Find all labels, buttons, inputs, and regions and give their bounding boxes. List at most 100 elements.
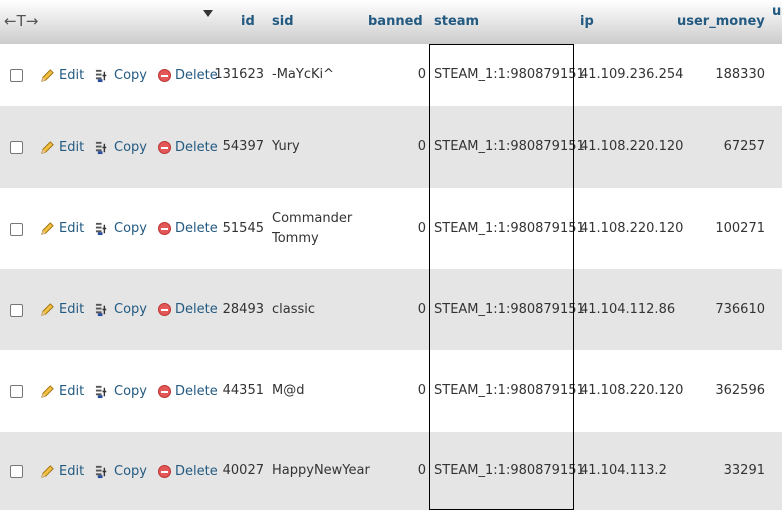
cell-sid: HappyNewYear xyxy=(272,463,370,478)
header-steam[interactable]: steam xyxy=(434,14,479,29)
cell-banned: 0 xyxy=(417,67,426,82)
cell-id: 51545 xyxy=(222,220,264,236)
header-id[interactable]: id xyxy=(241,14,255,29)
header-banned[interactable]: banned xyxy=(368,14,423,29)
cell-ip: 41.104.112.86 xyxy=(580,301,676,317)
delete-icon xyxy=(158,384,171,398)
cell-sid: Commander Tommy xyxy=(272,210,353,246)
cell-sid: -MaYcKi^ xyxy=(272,67,334,82)
cell-ip: 41.108.220.120 xyxy=(580,139,684,154)
edit-link[interactable]: Edit xyxy=(40,65,84,85)
cell-ip: 41.108.220.120 xyxy=(580,220,684,236)
cell-sid: M@d xyxy=(272,383,305,398)
cell-banned: 0 xyxy=(417,301,426,317)
delete-icon xyxy=(158,464,171,478)
copy-icon xyxy=(95,465,107,478)
cell-user-money: 33291 xyxy=(723,463,765,478)
row-checkbox[interactable] xyxy=(10,69,23,82)
header-sid[interactable]: sid xyxy=(272,14,294,29)
copy-link[interactable]: Copy xyxy=(95,137,147,157)
cell-ip: 41.104.113.2 xyxy=(580,463,667,478)
edit-label: Edit xyxy=(59,383,85,399)
edit-label: Edit xyxy=(59,463,85,479)
copy-label: Copy xyxy=(114,67,147,83)
edit-link[interactable]: Edit xyxy=(40,381,84,401)
cell-id: 54397 xyxy=(222,139,264,154)
row-checkbox[interactable] xyxy=(10,141,23,154)
pencil-icon xyxy=(41,68,54,82)
copy-icon xyxy=(95,69,107,82)
delete-icon xyxy=(158,303,171,316)
copy-link[interactable]: Copy xyxy=(95,461,147,481)
cell-steam: STEAM_1:1:980879151 xyxy=(434,67,585,82)
edit-label: Edit xyxy=(59,302,85,317)
table-row[interactable]: Edit Copy Delete 44351 M@d 0 STEAM_1:1:9808791… xyxy=(0,350,782,432)
cell-user-money: 100271 xyxy=(715,220,765,236)
row-checkbox[interactable] xyxy=(10,465,23,478)
row-checkbox[interactable] xyxy=(10,222,23,236)
cell-steam: STEAM_1:1:980879151 xyxy=(434,383,585,398)
cell-user-money: 736610 xyxy=(715,301,765,317)
edit-label: Edit xyxy=(59,67,85,83)
pencil-icon xyxy=(41,140,54,154)
copy-label: Copy xyxy=(114,463,147,479)
table-row[interactable]: Edit Copy Delete 51545 Commander Tommy 0 STEAM… xyxy=(0,188,782,269)
table-row[interactable]: Edit Copy Delete 28493 classic 0 STEAM_1:1:980… xyxy=(0,269,782,350)
edit-label: Edit xyxy=(59,221,85,236)
pencil-icon xyxy=(41,464,54,478)
copy-label: Copy xyxy=(114,302,147,317)
cell-steam: STEAM_1:1:980879151 xyxy=(434,220,585,236)
copy-icon xyxy=(95,385,107,398)
table-row[interactable]: Edit Copy Delete 40027 HappyNewYear 0 STEAM_1:… xyxy=(0,432,782,510)
cell-user-money: 188330 xyxy=(715,67,765,82)
delete-icon xyxy=(158,140,171,154)
cell-banned: 0 xyxy=(417,383,426,398)
header-user-money[interactable]: user_money xyxy=(677,14,765,29)
copy-icon xyxy=(95,141,107,154)
edit-link[interactable]: Edit xyxy=(40,219,84,239)
pencil-icon xyxy=(41,222,54,235)
copy-label: Copy xyxy=(114,383,147,399)
delete-icon xyxy=(158,68,171,82)
header-ip[interactable]: ip xyxy=(580,14,594,29)
copy-label: Copy xyxy=(114,221,147,236)
cell-ip: 41.108.220.120 xyxy=(580,383,684,398)
cell-sid: Yury xyxy=(272,139,300,154)
copy-link[interactable]: Copy xyxy=(95,219,147,239)
table-row[interactable]: Edit Copy Delete 131623 -MaYcKi^ 0 STEAM_1:1:9… xyxy=(0,44,782,106)
cell-steam: STEAM_1:1:980879151 xyxy=(434,463,585,478)
edit-link[interactable]: Edit xyxy=(40,300,84,320)
copy-link[interactable]: Copy xyxy=(95,300,147,320)
cell-id: 40027 xyxy=(222,463,264,478)
cell-user-money: 67257 xyxy=(723,139,765,154)
row-checkbox[interactable] xyxy=(10,385,23,398)
edit-link[interactable]: Edit xyxy=(40,137,84,157)
cell-steam: STEAM_1:1:980879151 xyxy=(434,139,585,154)
cell-banned: 0 xyxy=(417,139,426,154)
delete-icon xyxy=(158,222,171,235)
copy-label: Copy xyxy=(114,139,147,155)
sort-triangle-icon[interactable] xyxy=(203,10,213,17)
cell-id: 131623 xyxy=(214,67,264,82)
copy-link[interactable]: Copy xyxy=(95,381,147,401)
copy-icon xyxy=(95,222,107,236)
cell-ip: 41.109.236.254 xyxy=(580,67,684,82)
cell-banned: 0 xyxy=(417,463,426,478)
cell-steam: STEAM_1:1:980879151 xyxy=(434,301,585,317)
header-cut-column[interactable]: u: xyxy=(772,4,782,19)
cell-banned: 0 xyxy=(417,220,426,236)
table-header: ←T→ id sid banned steam ip user_money u: xyxy=(0,0,782,44)
cell-id: 44351 xyxy=(222,383,264,398)
edit-label: Edit xyxy=(59,139,85,155)
row-checkbox[interactable] xyxy=(10,303,23,317)
cell-id: 28493 xyxy=(222,301,264,317)
edit-link[interactable]: Edit xyxy=(40,461,84,481)
cell-sid: classic xyxy=(272,301,316,317)
copy-link[interactable]: Copy xyxy=(95,65,147,85)
cell-user-money: 362596 xyxy=(715,383,765,398)
copy-icon xyxy=(95,303,107,317)
column-arrows-icon[interactable]: ←T→ xyxy=(4,12,38,30)
table-row[interactable]: Edit Copy Delete 54397 Yury 0 STEAM_1:1:980879… xyxy=(0,106,782,188)
pencil-icon xyxy=(41,384,54,398)
pencil-icon xyxy=(41,303,54,316)
